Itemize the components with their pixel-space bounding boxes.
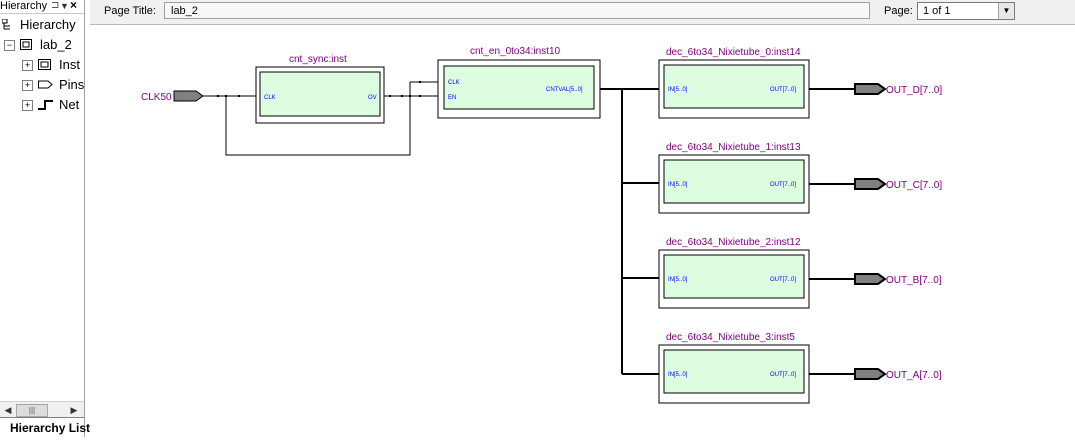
input-pin-clk50[interactable] bbox=[173, 90, 204, 102]
scroll-thumb[interactable]: ||| bbox=[16, 404, 48, 417]
sync-port-ov: OV bbox=[368, 95, 377, 101]
decoder-port-out: OUT[7..0] bbox=[770, 372, 796, 378]
page-select-value: 1 of 1 bbox=[923, 5, 951, 17]
pane-title-bar: Hierarchy ⊐ ▼ × bbox=[0, 0, 84, 14]
tab-hierarchy-list[interactable]: Hierarchy List bbox=[0, 417, 90, 438]
horizontal-scrollbar[interactable]: ◀ ||| ▶ bbox=[0, 401, 84, 418]
tree-item-label: Pins bbox=[59, 77, 85, 92]
hierarchy-icon bbox=[2, 19, 10, 30]
sync-block-body bbox=[259, 71, 381, 117]
entity-icon bbox=[20, 39, 32, 50]
hierarchy-pane: Hierarchy ⊐ ▼ × Hierarchy − lab_2 + Inst… bbox=[0, 0, 90, 438]
schematic-toolbar: Page Title: lab_2 Page: 1 of 1 ▼ bbox=[90, 0, 1075, 25]
counter-port-clk: CLK bbox=[448, 80, 460, 86]
pane-dropdown-icon[interactable]: ▼ bbox=[60, 0, 69, 12]
sync-port-clk: CLK bbox=[264, 95, 276, 101]
pin-icon[interactable]: ⊐ bbox=[51, 0, 59, 12]
tree-root-label: Hierarchy bbox=[20, 17, 76, 32]
schematic-svg: CLK50 cnt_sync:inst CLK OV cnt_en_0to34:… bbox=[141, 46, 942, 404]
counter-port-en: EN bbox=[448, 95, 456, 101]
page-title-value: lab_2 bbox=[171, 5, 198, 17]
counter-port-cntval: CNTVAL[5..0] bbox=[546, 87, 583, 93]
decoder-label: dec_6to34_Nixietube_2:inst12 bbox=[666, 237, 801, 248]
page-label: Page: bbox=[884, 5, 913, 17]
collapse-icon[interactable]: − bbox=[4, 40, 15, 51]
expand-icon[interactable]: + bbox=[22, 60, 33, 71]
decoder-port-out: OUT[7..0] bbox=[770, 182, 796, 188]
decoder-group: dec_6to34_Nixietube_0:inst14 IN[5..0] OUT[… bbox=[658, 47, 942, 404]
decoder-port-in: IN[5..0] bbox=[668, 87, 688, 93]
tree-item-label: Inst bbox=[59, 57, 80, 72]
tab-label: Hierarchy List bbox=[10, 421, 91, 435]
output-pin[interactable] bbox=[854, 83, 887, 95]
tree-item-label: Net bbox=[59, 97, 80, 112]
counter-block-label: cnt_en_0to34:inst10 bbox=[470, 46, 561, 57]
decoder-label: dec_6to34_Nixietube_0:inst14 bbox=[666, 47, 801, 58]
schematic-view: Page Title: lab_2 Page: 1 of 1 ▼ CLK50 c… bbox=[90, 0, 1075, 437]
decoder-port-in: IN[5..0] bbox=[668, 277, 688, 283]
decoder-port-out: OUT[7..0] bbox=[770, 277, 796, 283]
output-pin-label: OUT_D[7..0] bbox=[886, 85, 942, 96]
chevron-down-icon[interactable]: ▼ bbox=[998, 3, 1014, 19]
net-icon bbox=[38, 100, 53, 110]
output-pin-label: OUT_C[7..0] bbox=[886, 180, 942, 191]
instance-icon bbox=[38, 59, 51, 70]
output-pin[interactable] bbox=[854, 178, 887, 190]
decoder-label: dec_6to34_Nixietube_3:inst5 bbox=[666, 332, 795, 343]
output-pin[interactable] bbox=[854, 368, 887, 380]
decoder-port-out: OUT[7..0] bbox=[770, 87, 796, 93]
decoder-port-in: IN[5..0] bbox=[668, 372, 688, 378]
page-title-label: Page Title: bbox=[104, 5, 156, 17]
close-icon[interactable]: × bbox=[70, 0, 77, 11]
input-pin-label: CLK50 bbox=[141, 92, 172, 103]
tree-item-label: lab_2 bbox=[40, 37, 72, 52]
pane-title: Hierarchy bbox=[0, 0, 48, 12]
output-pin-label: OUT_B[7..0] bbox=[886, 275, 942, 286]
expand-icon[interactable]: + bbox=[22, 80, 33, 91]
scroll-right-icon[interactable]: ▶ bbox=[68, 403, 80, 417]
decoder-port-in: IN[5..0] bbox=[668, 182, 688, 188]
bus-wires bbox=[600, 88, 659, 375]
sync-block-label: cnt_sync:inst bbox=[289, 54, 347, 65]
output-pin-label: OUT_A[7..0] bbox=[886, 370, 942, 381]
hierarchy-tree: Hierarchy − lab_2 + Inst + Pins + Net bbox=[0, 14, 84, 399]
page-title-field[interactable]: lab_2 bbox=[164, 2, 870, 19]
scroll-left-icon[interactable]: ◀ bbox=[2, 403, 14, 417]
decoder-label: dec_6to34_Nixietube_1:inst13 bbox=[666, 142, 801, 153]
expand-icon[interactable]: + bbox=[22, 100, 33, 111]
page-select[interactable]: 1 of 1 ▼ bbox=[917, 2, 1015, 20]
schematic-canvas[interactable]: CLK50 cnt_sync:inst CLK OV cnt_en_0to34:… bbox=[90, 25, 1075, 437]
output-pin[interactable] bbox=[854, 273, 887, 285]
pin-shape-icon bbox=[38, 80, 53, 89]
